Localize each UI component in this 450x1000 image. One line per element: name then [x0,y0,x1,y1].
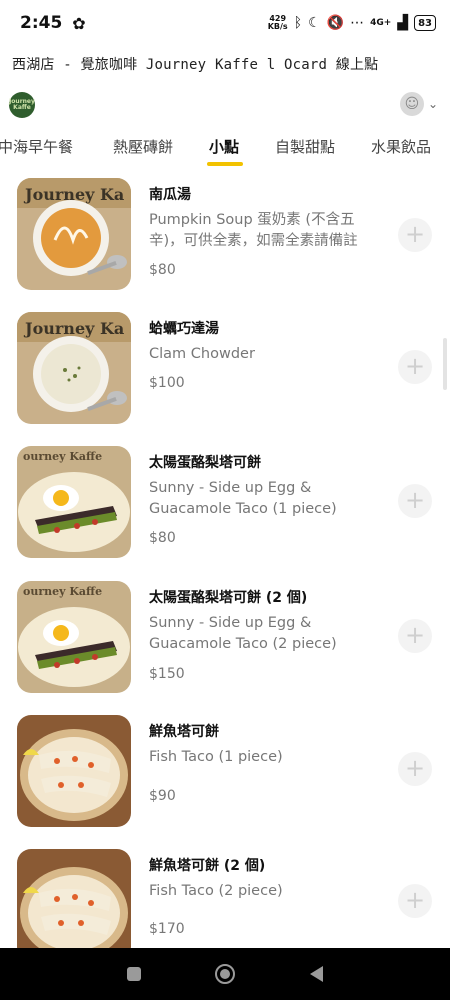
category-tabs: 中海早午餐 熱壓磚餅 小點 自製甜點 水果飲品 [0,130,450,168]
store-logo[interactable]: Journey Kaffe [9,92,35,118]
item-price: $90 [149,788,176,804]
add-to-cart-button[interactable]: + [398,884,432,918]
item-description: Pumpkin Soup 蛋奶素 (不含五辛)，可供全素，如需全素請備註 [149,212,358,249]
fish-taco-image[interactable] [17,715,131,827]
app-header: Journey Kaffe ☺ ⌄ [0,84,450,126]
status-bar: 2:45 ✿ 429 KB/s ᛒ ☾ 🔇 ⋯ 4G+ ▟ 83 [0,0,450,46]
add-to-cart-button[interactable]: + [398,619,432,653]
recent-apps-icon[interactable] [127,967,142,981]
add-to-cart-button[interactable]: + [398,484,432,518]
moon-icon: ☾ [308,15,321,31]
system-nav-bar [0,948,450,1000]
item-name: 太陽蛋酪梨塔可餅 (2 個) [149,590,308,606]
pumpkin-soup-illustration: Journey Ka [17,178,131,290]
battery-level: 83 [418,17,432,29]
egg-taco-illustration: ourney Kaffe [17,446,131,558]
active-tab-indicator [207,162,243,166]
item-description: Sunny - Side up Egg & Guacamole Taco (1 … [149,480,337,517]
menu-item[interactable]: ourney Kaffe 太陽蛋酪梨塔可餅 (2 個) Sunny - Side… [0,575,450,695]
home-icon-dot [220,969,231,979]
item-name: 鮮魚塔可餅 [149,724,219,740]
item-price: $150 [149,666,185,682]
menu-item[interactable]: Journey Ka 南瓜湯 Pumpkin Soup 蛋奶素 (不含五辛)，可… [0,172,450,292]
tab-brunch[interactable]: 中海早午餐 [0,136,73,157]
avatar-icon[interactable]: ☺ [399,92,424,116]
item-price: $80 [149,262,176,278]
pinwheel-icon: ✿ [72,13,86,33]
logo-text: Journey Kaffe [9,98,35,111]
svg-text:ourney Kaffe: ourney Kaffe [23,450,102,463]
menu-item[interactable]: 鮮魚塔可餅 (2 個) Fish Taco (2 piece) $170 + [0,843,450,963]
net-speed: 429 KB/s [268,15,288,31]
item-name: 蛤蠣巧達湯 [149,321,219,337]
bluetooth-icon: ᛒ [293,15,303,31]
net-speed-unit: KB/s [267,22,288,31]
svg-text:ourney Kaffe: ourney Kaffe [23,585,102,598]
svg-text:Journey Ka: Journey Ka [23,319,124,338]
egg-taco-image[interactable]: ourney Kaffe [17,581,131,693]
egg-taco-image[interactable]: ourney Kaffe [17,446,131,558]
item-price: $170 [149,921,185,937]
tab-snacks[interactable]: 小點 [209,136,239,157]
pumpkin-soup-image[interactable]: Journey Ka [17,178,131,290]
item-price: $80 [149,530,176,546]
menu-item[interactable]: Journey Ka 蛤蠣巧達湯 Clam Chowder $100 + [0,306,450,426]
clam-chowder-image[interactable]: Journey Ka [17,312,131,424]
clam-chowder-illustration: Journey Ka [17,312,131,424]
signal-icon: ▟ [397,15,409,31]
wifi-icon: ⋯ [350,15,365,31]
add-to-cart-button[interactable]: + [398,218,432,252]
add-to-cart-button[interactable]: + [398,350,432,384]
menu-item[interactable]: ourney Kaffe 太陽蛋酪梨塔可餅 Sunny - Side up Eg… [0,440,450,560]
battery-icon: 83 [414,15,436,31]
chevron-down-icon[interactable]: ⌄ [428,97,438,111]
item-name: 鮮魚塔可餅 (2 個) [149,858,266,874]
page-title: 西湖店 - 覺旅咖啡 Journey Kaffe l Ocard 線上點 [12,57,379,73]
item-price: $100 [149,375,185,391]
fish-taco-illustration [17,849,131,961]
egg-taco-illustration: ourney Kaffe [17,581,131,693]
back-icon[interactable] [309,966,323,982]
user-menu[interactable]: ☺ ⌄ [399,92,438,116]
item-name: 南瓜湯 [149,187,191,203]
item-description: Fish Taco (1 piece) [149,749,283,765]
status-icons: 429 KB/s ᛒ ☾ 🔇 ⋯ 4G+ ▟ 83 [268,15,436,31]
item-description: Fish Taco (2 piece) [149,883,283,899]
fish-taco-illustration [17,715,131,827]
item-description: Sunny - Side up Egg & Guacamole Taco (2 … [149,615,337,652]
mute-icon: 🔇 [326,15,345,31]
menu-item[interactable]: 鮮魚塔可餅 Fish Taco (1 piece) $90 + [0,709,450,829]
status-time: 2:45 [20,13,63,33]
fish-taco-image[interactable] [17,849,131,961]
tab-fruit-drinks[interactable]: 水果飲品 [371,136,431,157]
add-to-cart-button[interactable]: + [398,752,432,786]
item-name: 太陽蛋酪梨塔可餅 [149,455,261,471]
item-description: Clam Chowder [149,346,255,362]
home-icon[interactable] [215,964,236,984]
tab-desserts[interactable]: 自製甜點 [275,136,335,157]
tab-panini[interactable]: 熱壓磚餅 [113,136,173,157]
scrollbar-thumb[interactable] [443,338,447,390]
network-type: 4G+ [370,18,392,28]
